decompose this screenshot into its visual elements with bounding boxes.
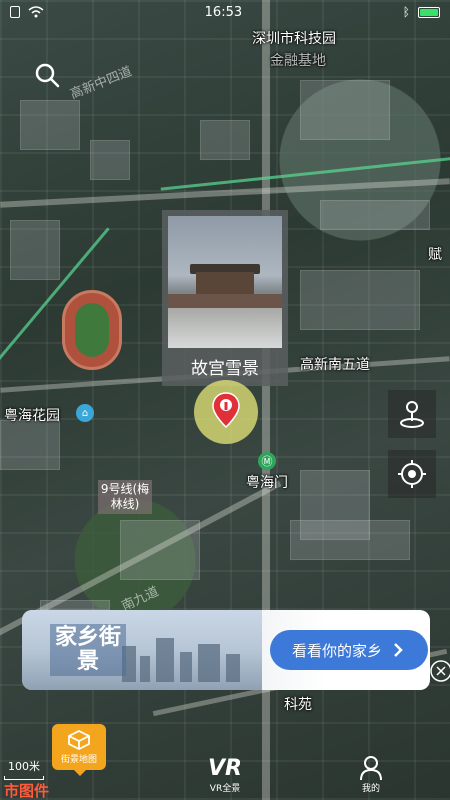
view-hometown-label: 看看你的家乡 (292, 642, 383, 660)
location-pin-icon[interactable] (212, 392, 240, 428)
locate-me-button[interactable] (388, 450, 436, 498)
chevron-right-icon (394, 643, 403, 657)
map-label-yuehai-garden: 粤海花园 (4, 408, 60, 424)
nav-item-vr[interactable]: VR VR全景 (180, 740, 270, 800)
search-button[interactable] (30, 58, 64, 92)
bluetooth-icon: ᛒ (402, 5, 410, 19)
sports-track (62, 290, 122, 370)
hometown-banner[interactable]: 家乡街景 看看你的家乡 (22, 610, 430, 690)
map-building (20, 100, 80, 150)
housing-poi-icon[interactable]: ⌂ (76, 404, 94, 422)
scenic-photo-card[interactable]: 故宫雪景 (162, 210, 288, 386)
map-building (10, 220, 60, 280)
view-hometown-button[interactable]: 看看你的家乡 (270, 630, 428, 670)
map-label-yuehai-gate: 粤海门 (246, 475, 288, 491)
scenic-photo-title: 故宫雪景 (191, 359, 259, 379)
map-building (90, 140, 130, 180)
nav-label-street-map: 街景地图 (60, 754, 97, 765)
pegman-icon (400, 401, 424, 428)
map-label-keyuan: 科苑 (284, 697, 312, 713)
nav-label-mine: 我的 (361, 784, 380, 794)
map-label-line9: 9号线(梅林线) (98, 480, 152, 514)
map-building (300, 270, 420, 330)
wifi-icon (28, 6, 44, 18)
map-label-fu: 赋 (428, 247, 442, 263)
nav-item-mine[interactable]: 我的 (326, 740, 416, 800)
bottom-nav: 街景地图 VR VR全景 我的 (0, 724, 450, 800)
sim-icon (10, 6, 20, 18)
map-building (0, 420, 60, 470)
map-label-nanwu-road: 高新南五道 (300, 357, 370, 373)
map-building (300, 80, 390, 140)
pegman-button[interactable] (388, 390, 436, 438)
street-map-icon (68, 729, 90, 750)
status-time: 16:53 (204, 4, 243, 20)
map-label-keji-yuan: 深圳市科技园 (252, 31, 336, 47)
battery-icon (417, 6, 440, 18)
banner-close-icon[interactable] (430, 660, 450, 682)
scenic-photo (168, 216, 282, 348)
map-building (200, 120, 250, 160)
nav-item-street-map[interactable]: 街景地图 (52, 724, 106, 776)
status-bar: 16:53 ᛒ (0, 0, 450, 24)
nav-label-vr: VR全景 (209, 784, 241, 794)
map-label-jinrong: 金融基地 (270, 53, 326, 69)
user-icon (360, 756, 382, 781)
metro-station-icon[interactable]: Ⓜ (258, 452, 276, 470)
search-icon (35, 63, 60, 88)
map-building (290, 520, 410, 560)
vr-icon: VR (208, 756, 242, 781)
map-label-zhongsi-road: 高新中四道 (68, 64, 135, 103)
map-building (320, 200, 430, 230)
banner-logo: 家乡街景 (50, 624, 126, 676)
crosshair-icon (398, 460, 426, 488)
